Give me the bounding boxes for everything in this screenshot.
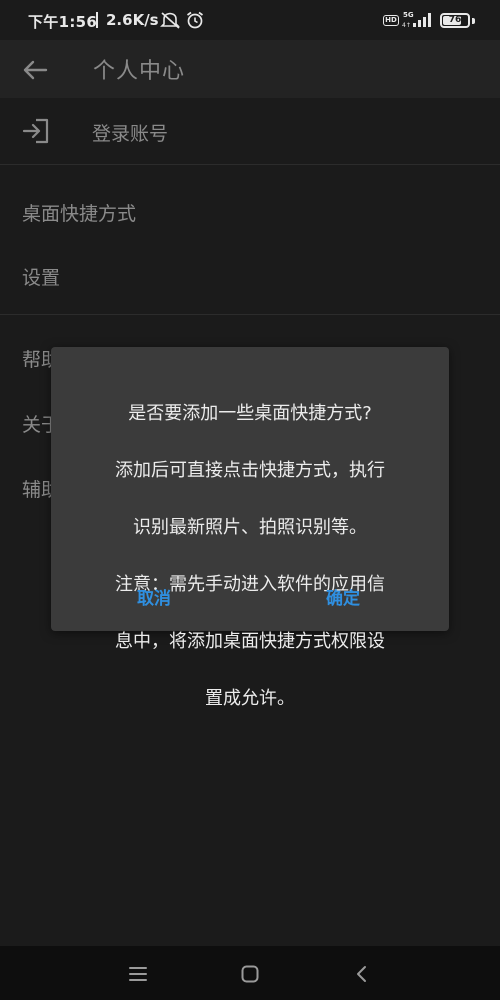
nav-back-button[interactable] [348,960,376,988]
back-icon [357,966,366,982]
dialog-line: 置成允许。 [205,687,295,709]
home-button[interactable] [236,960,264,988]
dialog-line: 识别最新照片、拍照识别等。 [133,516,367,538]
dialog-line: 添加后可直接点击快捷方式，执行 [115,459,385,481]
shortcut-dialog: 是否要添加一些桌面快捷方式? 添加后可直接点击快捷方式，执行 识别最新照片、拍照… [51,347,449,709]
menu-icon [129,967,147,981]
dialog-line: 注意：需先手动进入软件的应用信 [115,573,385,595]
dialog-message: 是否要添加一些桌面快捷方式? 添加后可直接点击快捷方式，执行 识别最新照片、拍照… [71,371,429,742]
cancel-button[interactable]: 取消 [137,584,171,609]
recent-apps-button[interactable] [124,960,152,988]
dialog-line: 是否要添加一些桌面快捷方式? [128,402,372,424]
home-icon [241,965,259,983]
system-nav-bar [0,946,500,1000]
dialog-line: 息中，将添加桌面快捷方式权限设 [115,630,385,652]
ok-button[interactable]: 确定 [326,584,360,609]
